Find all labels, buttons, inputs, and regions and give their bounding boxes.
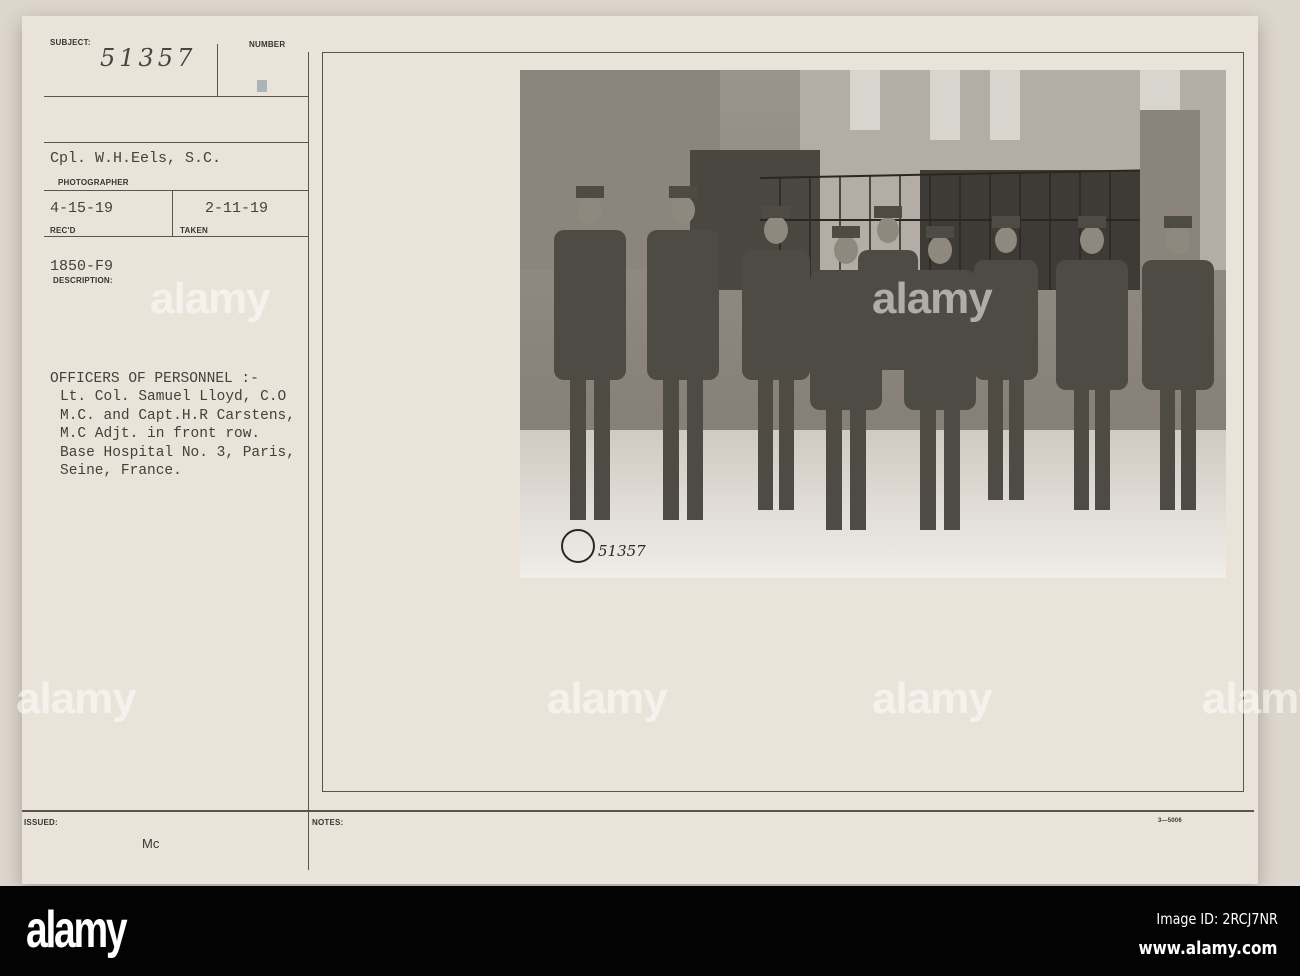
watermark: alamy bbox=[547, 674, 668, 723]
taken-label: TAKEN bbox=[180, 226, 208, 235]
form-code: 3—5006 bbox=[1158, 818, 1182, 824]
photo-scene bbox=[520, 70, 1226, 578]
taken-date: 2-11-19 bbox=[205, 200, 269, 217]
subject-number: 51357 bbox=[100, 44, 197, 72]
image-id: Image ID: 2RCJ7NR bbox=[1156, 910, 1278, 928]
notes-label: NOTES: bbox=[312, 818, 344, 827]
description-text: OFFICERS OF PERSONNEL :- Lt. Col. Samuel … bbox=[50, 371, 295, 480]
issued-initials: Mc bbox=[142, 836, 160, 851]
photographer-label: PHOTOGRAPHER bbox=[58, 178, 129, 187]
issued-label: ISSUED: bbox=[24, 818, 58, 827]
archive-record-card: SUBJECT: 51357 NUMBER Cpl. W.H.Eels, S.C… bbox=[16, 16, 1300, 884]
watermark: alamy bbox=[1202, 674, 1300, 723]
description-label: DESCRIPTION: bbox=[53, 276, 113, 285]
photographer-name: Cpl. W.H.Eels, S.C. bbox=[50, 150, 222, 167]
file-code: 1850-F9 bbox=[50, 258, 114, 275]
watermark: alamy bbox=[16, 674, 137, 723]
site-url[interactable]: www.alamy.com bbox=[1139, 938, 1278, 959]
watermark: alamy bbox=[872, 674, 993, 723]
photo-stamp-number: 51357 bbox=[598, 542, 646, 560]
received-date: 4-15-19 bbox=[50, 200, 114, 217]
footer-bar: alamy Image ID: 2RCJ7NR www.alamy.com bbox=[0, 886, 1300, 976]
watermark: alamy bbox=[150, 274, 271, 323]
number-label: NUMBER bbox=[249, 40, 286, 49]
subject-label: SUBJECT: bbox=[50, 38, 91, 47]
photograph: 51357 bbox=[520, 70, 1226, 578]
received-label: REC'D bbox=[50, 226, 76, 235]
number-stamp bbox=[257, 80, 267, 92]
alamy-logo: alamy bbox=[26, 901, 128, 959]
watermark: alamy bbox=[872, 274, 993, 323]
